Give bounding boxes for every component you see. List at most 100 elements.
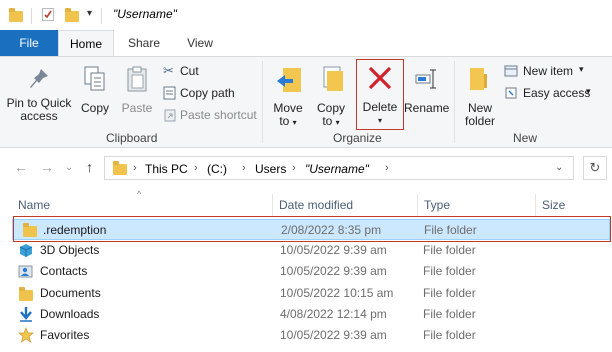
chevron-right-icon[interactable]: › <box>292 162 296 174</box>
tab-view[interactable]: View <box>174 30 226 56</box>
new-folder-quick-icon[interactable] <box>65 8 79 22</box>
easy-access-icon <box>505 87 517 99</box>
address-dropdown-icon[interactable]: ⌄ <box>555 162 563 173</box>
new-folder-button[interactable]: New folder <box>459 61 501 129</box>
pin-icon <box>30 69 48 88</box>
clipboard-group-label: Clipboard <box>106 131 158 145</box>
ribbon-tabs: File Home Share View <box>0 30 612 56</box>
copy-label: Copy <box>80 101 109 115</box>
ribbon: Pin to Quick access Copy Paste ✂ Cut Cop… <box>0 56 612 148</box>
list-item-contacts[interactable]: Contacts 10/05/2022 9:39 am File folder <box>12 261 610 282</box>
dropdown-arrow-icon: ▾ <box>579 64 584 74</box>
move-to-label-line2: to ▾ <box>268 115 308 129</box>
file-name: Documents <box>40 286 101 300</box>
rename-label: Rename <box>404 101 450 115</box>
date-modified: 10/05/2022 9:39 am <box>280 243 387 257</box>
list-item-3d-objects[interactable]: 3D Objects 10/05/2022 9:39 am File folde… <box>12 240 610 261</box>
checkmark-icon <box>44 10 52 19</box>
divider <box>101 8 102 24</box>
list-item-downloads[interactable]: Downloads 4/08/2022 12:14 pm File folder <box>12 304 610 325</box>
copy-to-label-text: to <box>322 114 333 128</box>
paste-button[interactable]: Paste <box>118 61 156 129</box>
new-item-label: New item <box>523 64 574 78</box>
refresh-icon: ↻ <box>589 160 601 175</box>
move-to-icon <box>277 68 301 92</box>
list-item-documents[interactable]: Documents 10/05/2022 10:15 am File folde… <box>12 283 610 304</box>
dropdown-arrow-icon: ▾ <box>335 118 340 127</box>
paste-shortcut-button[interactable]: Paste shortcut <box>161 107 261 125</box>
dropdown-arrow-icon: ▾ <box>586 86 591 96</box>
copy-to-icon <box>323 66 343 91</box>
breadcrumb-users[interactable]: Users <box>255 162 286 176</box>
customize-toolbar-icon[interactable]: ▾ <box>87 8 92 19</box>
column-divider[interactable] <box>535 194 536 216</box>
3d-objects-icon <box>19 244 33 257</box>
group-divider <box>454 61 455 143</box>
tab-file[interactable]: File <box>0 30 58 56</box>
paste-shortcut-label: Paste shortcut <box>180 108 257 122</box>
copy-to-label-line2: to ▾ <box>311 115 351 129</box>
chevron-right-icon[interactable]: › <box>242 162 246 174</box>
back-arrow-icon[interactable]: ← <box>14 159 28 175</box>
copy-path-button[interactable]: Copy path <box>161 85 261 103</box>
refresh-button[interactable]: ↻ <box>583 156 607 180</box>
up-arrow-icon[interactable]: ↑ <box>86 159 93 175</box>
copy-to-button[interactable]: Copy to ▾ <box>311 61 351 129</box>
copy-icon <box>84 66 105 91</box>
breadcrumb-this-pc[interactable]: This PC <box>145 162 188 176</box>
folder-icon <box>9 8 23 22</box>
cut-button[interactable]: ✂ Cut <box>161 63 256 81</box>
breadcrumb-username[interactable]: "Username" <box>305 162 369 176</box>
column-divider[interactable] <box>272 194 273 216</box>
tab-share[interactable]: Share <box>117 30 171 56</box>
file-type: File folder <box>423 264 476 278</box>
copy-button[interactable]: Copy <box>76 61 114 129</box>
column-name[interactable]: Name <box>18 198 50 212</box>
group-divider <box>262 61 263 143</box>
rename-button[interactable]: Rename <box>404 61 450 129</box>
pin-to-quick-access-button[interactable]: Pin to Quick access <box>6 61 72 129</box>
column-type[interactable]: Type <box>424 198 450 212</box>
new-folder-icon <box>470 68 487 90</box>
new-folder-label-line2: folder <box>464 114 496 128</box>
organize-group-label: Organize <box>333 131 382 145</box>
file-name: Contacts <box>40 264 88 278</box>
list-item-favorites[interactable]: Favorites 10/05/2022 9:39 am File folder <box>12 325 610 346</box>
copy-path-label: Copy path <box>180 86 235 100</box>
new-item-icon <box>504 65 518 77</box>
recent-locations-icon[interactable]: ⌄ <box>65 162 73 173</box>
column-date-modified[interactable]: Date modified <box>279 198 353 212</box>
breadcrumb-c-drive[interactable]: (C:) <box>207 162 227 176</box>
new-item-button[interactable]: New item ▾ <box>504 63 592 81</box>
cut-label: Cut <box>180 64 199 78</box>
date-modified: 10/05/2022 9:39 am <box>280 264 387 278</box>
file-name: Favorites <box>40 328 90 342</box>
properties-icon[interactable] <box>42 8 54 21</box>
column-divider[interactable] <box>417 194 418 216</box>
forward-arrow-icon[interactable]: → <box>40 159 54 175</box>
dropdown-arrow-icon: ▾ <box>292 118 297 127</box>
file-type: File folder <box>423 286 476 300</box>
easy-access-button[interactable]: Easy access ▾ <box>504 85 596 103</box>
copy-path-icon <box>163 86 176 100</box>
move-to-button[interactable]: Move to ▾ <box>268 61 308 129</box>
easy-access-label: Easy access <box>523 86 591 100</box>
pin-label-line2: access <box>20 109 58 123</box>
tab-home[interactable]: Home <box>58 30 114 56</box>
file-type: File folder <box>423 328 476 342</box>
column-header: Name Date modified Type Size <box>0 188 612 218</box>
file-type: File folder <box>423 243 476 257</box>
paste-label: Paste <box>121 101 153 115</box>
delete-highlight-box <box>356 59 404 130</box>
downloads-icon <box>20 307 32 322</box>
chevron-right-icon[interactable]: › <box>194 162 198 174</box>
chevron-right-icon[interactable]: › <box>385 162 389 174</box>
address-bar[interactable]: › This PC › (C:) › Users › "Username" › … <box>104 156 574 180</box>
divider <box>31 8 32 24</box>
column-size[interactable]: Size <box>542 198 565 212</box>
title-bar: ▾ "Username" <box>0 0 612 30</box>
move-to-label-text: to <box>279 114 290 128</box>
file-name: 3D Objects <box>40 243 100 257</box>
chevron-right-icon[interactable]: › <box>133 162 137 174</box>
date-modified: 10/05/2022 10:15 am <box>280 286 394 300</box>
